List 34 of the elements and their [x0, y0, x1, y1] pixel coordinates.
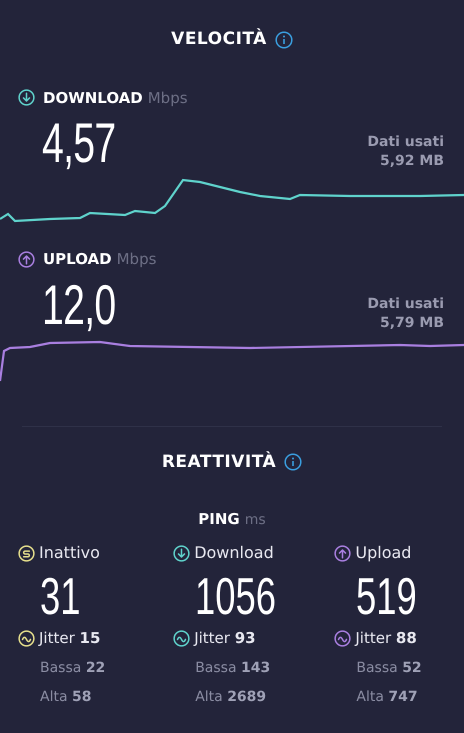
unit-label: Mbps — [148, 88, 188, 108]
high-ping-text: Alta 58 — [40, 688, 92, 706]
unit-label: ms — [244, 512, 266, 528]
jitter-icon — [173, 630, 190, 647]
info-icon[interactable] — [274, 30, 293, 49]
speed-value: 4,57 — [42, 115, 116, 171]
ping-type-label: Inattivo — [39, 542, 100, 564]
data-used-label: Dati usati — [367, 133, 444, 152]
jitter-text: Jitter 93 — [194, 628, 256, 649]
ping-value: 31 — [40, 571, 80, 623]
ping-type-label: Download — [194, 542, 274, 564]
section-title: REATTIVITÀ — [162, 450, 276, 474]
metric-label: DOWNLOAD — [43, 88, 143, 108]
jitter-icon — [18, 630, 35, 647]
speed-value: 12,0 — [42, 276, 116, 332]
low-ping-text: Bassa 143 — [195, 658, 272, 678]
high-ping-text: Alta 2689 — [195, 688, 268, 706]
low-ping-text: Bassa 22 — [40, 658, 106, 678]
metric-label: UPLOAD — [43, 249, 112, 270]
ping-label: PING — [198, 510, 240, 528]
unit-label: Mbps — [116, 249, 156, 270]
ping-value: 1056 — [195, 571, 276, 623]
jitter-icon — [334, 630, 352, 647]
jitter-text: Jitter 15 — [39, 628, 100, 649]
data-used-value: 5,92 MB — [378, 152, 444, 171]
data-used-label: Dati usati — [367, 294, 444, 314]
section-title: VELOCITÀ — [171, 27, 267, 51]
info-icon[interactable] — [284, 453, 302, 472]
ping-value: 519 — [356, 571, 418, 623]
data-used-value: 5,79 MB — [378, 314, 444, 332]
ping-type-label: Upload — [355, 542, 412, 564]
low-ping-text: Bassa 52 — [356, 658, 423, 678]
high-ping-text: Alta 747 — [356, 688, 419, 706]
jitter-text: Jitter 88 — [355, 628, 417, 649]
